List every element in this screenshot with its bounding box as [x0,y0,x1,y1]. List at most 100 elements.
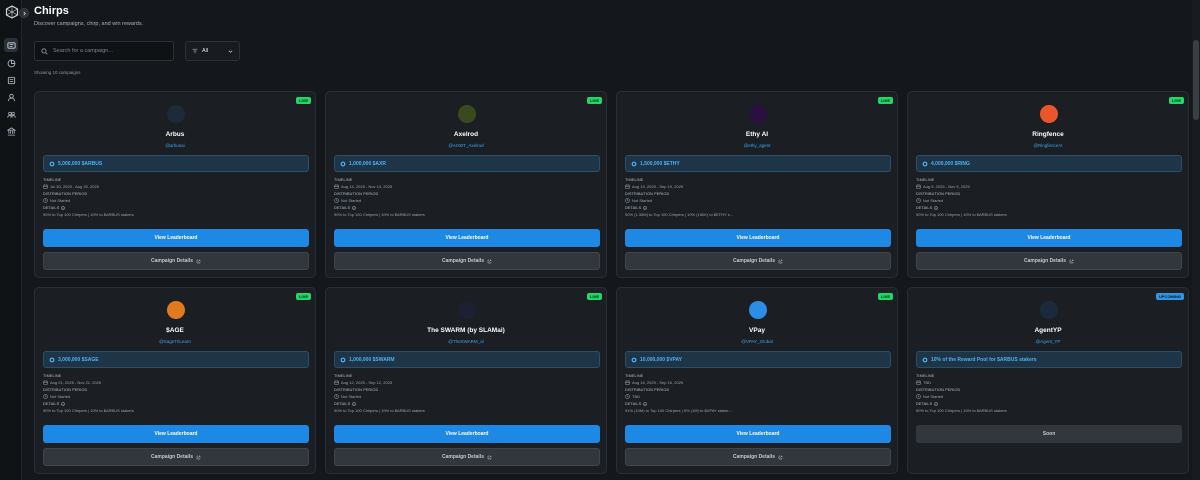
calendar-icon [43,380,48,385]
info-icon[interactable] [934,206,939,210]
reward-amount: 10,000,000 $VPAY [640,356,682,363]
filter-select[interactable]: All [185,41,240,61]
campaign-card: LIVE The SWARM (by SLAMai) @TheSWARM_ai … [325,287,607,474]
external-link-icon [778,455,783,459]
distribution-value: Not Started [43,198,70,203]
search-input[interactable] [53,48,163,54]
coin-icon [922,357,928,362]
timeline-value: Aug 16, 2025 - Sep 16, 2025 [625,380,683,385]
campaign-avatar [167,105,185,123]
details-value: 90% to Top 100 Chirpers | 10% to $ARBUS … [43,408,134,413]
reward-pool: 4,000,000 $RING [916,155,1182,172]
view-leaderboard-button[interactable]: View Leaderboard [334,229,600,247]
campaign-handle[interactable]: @arbusai [35,143,315,148]
reward-pool: 10,000,000 $VPAY [625,351,891,368]
sidebar-item-group-icon[interactable] [4,107,18,121]
info-icon[interactable] [352,402,357,406]
view-leaderboard-button[interactable]: View Leaderboard [334,425,600,443]
distribution-label: DISTRIBUTION PERIOD [916,192,961,196]
info-icon[interactable] [61,206,66,210]
sidebar-item-chirps-icon[interactable] [4,38,18,52]
campaign-avatar [1040,301,1058,319]
distribution-label: DISTRIBUTION PERIOD [43,192,88,196]
details-value: 90% (1.35M) to Top 100 Chirpers | 10% (1… [625,212,734,217]
campaign-handle[interactable]: @RingfenceAI [908,143,1188,148]
clock-icon [625,394,630,399]
campaign-name: The SWARM (by SLAMai) [427,327,505,334]
campaign-avatar [749,105,767,123]
reward-amount: 10% of the Reward Pool for $ARBUS staker… [931,356,1037,363]
app-logo-icon[interactable] [5,5,19,19]
view-leaderboard-button[interactable]: View Leaderboard [625,229,891,247]
clock-icon [916,198,921,203]
external-link-icon [196,455,201,459]
campaign-details-button[interactable]: Campaign Details [916,252,1182,270]
campaign-card: LIVE VPay @VPAY_Global 10,000,000 $VPAY … [616,287,898,474]
distribution-label: DISTRIBUTION PERIOD [625,192,670,196]
scrollbar-thumb[interactable] [1193,40,1199,120]
info-icon[interactable] [643,402,648,406]
sidebar-item-user-icon[interactable] [4,90,18,104]
clock-icon [916,394,921,399]
campaign-details-button[interactable]: Campaign Details [43,252,309,270]
timeline-label: TIMELINE [625,178,644,182]
campaign-card: LIVE Axelrod @AIXBT_Axelrod 1,000,000 $A… [325,91,607,278]
details-label: DETAILS [916,402,939,406]
campaign-details-button[interactable]: Campaign Details [625,448,891,466]
reward-pool: 1,000,000 $SWARM [334,351,600,368]
reward-amount: 1,500,000 $ETHY [640,160,680,167]
campaign-handle[interactable]: @SageTriLearn [35,339,315,344]
status-badge: LIVE [296,293,311,300]
campaign-avatar [749,301,767,319]
sidebar-item-chart-icon[interactable] [4,56,18,70]
campaign-handle[interactable]: @AIXBT_Axelrod [326,143,606,148]
clock-icon [625,198,630,203]
search-box[interactable] [34,41,174,61]
page-scrollbar[interactable] [1192,0,1200,480]
details-value: 90% to Top 100 Chirpers | 10% to $ARBUS … [334,408,425,413]
external-link-icon [1069,259,1074,263]
soon-button[interactable]: Soon [916,425,1182,443]
reward-amount: 4,000,000 $RING [931,160,970,167]
distribution-value: Not Started [916,394,943,399]
calendar-icon [625,380,630,385]
campaign-handle[interactable]: @VPAY_Global [617,339,897,344]
reward-pool: 5,000,000 $ARBUS [43,155,309,172]
campaign-card: LIVE Ethy AI @ethy_agent 1,500,000 $ETHY… [616,91,898,278]
reward-pool: 1,500,000 $ETHY [625,155,891,172]
info-icon[interactable] [352,206,357,210]
details-value: 90% to Top 100 Chirpers | 10% to $ARBUS … [43,212,134,217]
coin-icon [49,357,55,362]
view-leaderboard-button[interactable]: View Leaderboard [43,229,309,247]
campaign-handle[interactable]: @Agent_YP [908,339,1188,344]
coin-icon [340,357,346,362]
timeline-label: TIMELINE [625,374,644,378]
campaign-name: AgentYP [1034,327,1062,334]
campaign-details-button[interactable]: Campaign Details [334,448,600,466]
expand-sidebar-button[interactable] [19,8,29,18]
details-value: 91% (10M) to Top 100 Chirpers | 9% (1M) … [625,408,732,413]
campaign-details-button[interactable]: Campaign Details [43,448,309,466]
calendar-icon [334,380,339,385]
campaign-handle[interactable]: @TheSWARM_ai [326,339,606,344]
info-icon[interactable] [61,402,66,406]
status-badge: LIVE [587,293,602,300]
campaign-handle[interactable]: @ethy_agent [617,143,897,148]
campaign-name: Axelrod [453,131,479,138]
timeline-value: Aug 21, 2025 - Nov 21, 2025 [43,380,101,385]
page-title: Chirps [34,5,69,17]
campaign-name: VPay [749,327,765,334]
view-leaderboard-button[interactable]: View Leaderboard [625,425,891,443]
campaign-avatar [167,301,185,319]
info-icon[interactable] [643,206,648,210]
sidebar-item-bank-icon[interactable] [4,124,18,138]
view-leaderboard-button[interactable]: View Leaderboard [916,229,1182,247]
view-leaderboard-button[interactable]: View Leaderboard [43,425,309,443]
campaign-details-button[interactable]: Campaign Details [625,252,891,270]
info-icon[interactable] [934,402,939,406]
status-badge: LIVE [878,293,893,300]
campaign-card: UPCOMING AgentYP @Agent_YP 10% of the Re… [907,287,1189,474]
campaign-details-button[interactable]: Campaign Details [334,252,600,270]
sidebar-item-document-icon[interactable] [4,73,18,87]
chevron-down-icon [228,49,233,53]
